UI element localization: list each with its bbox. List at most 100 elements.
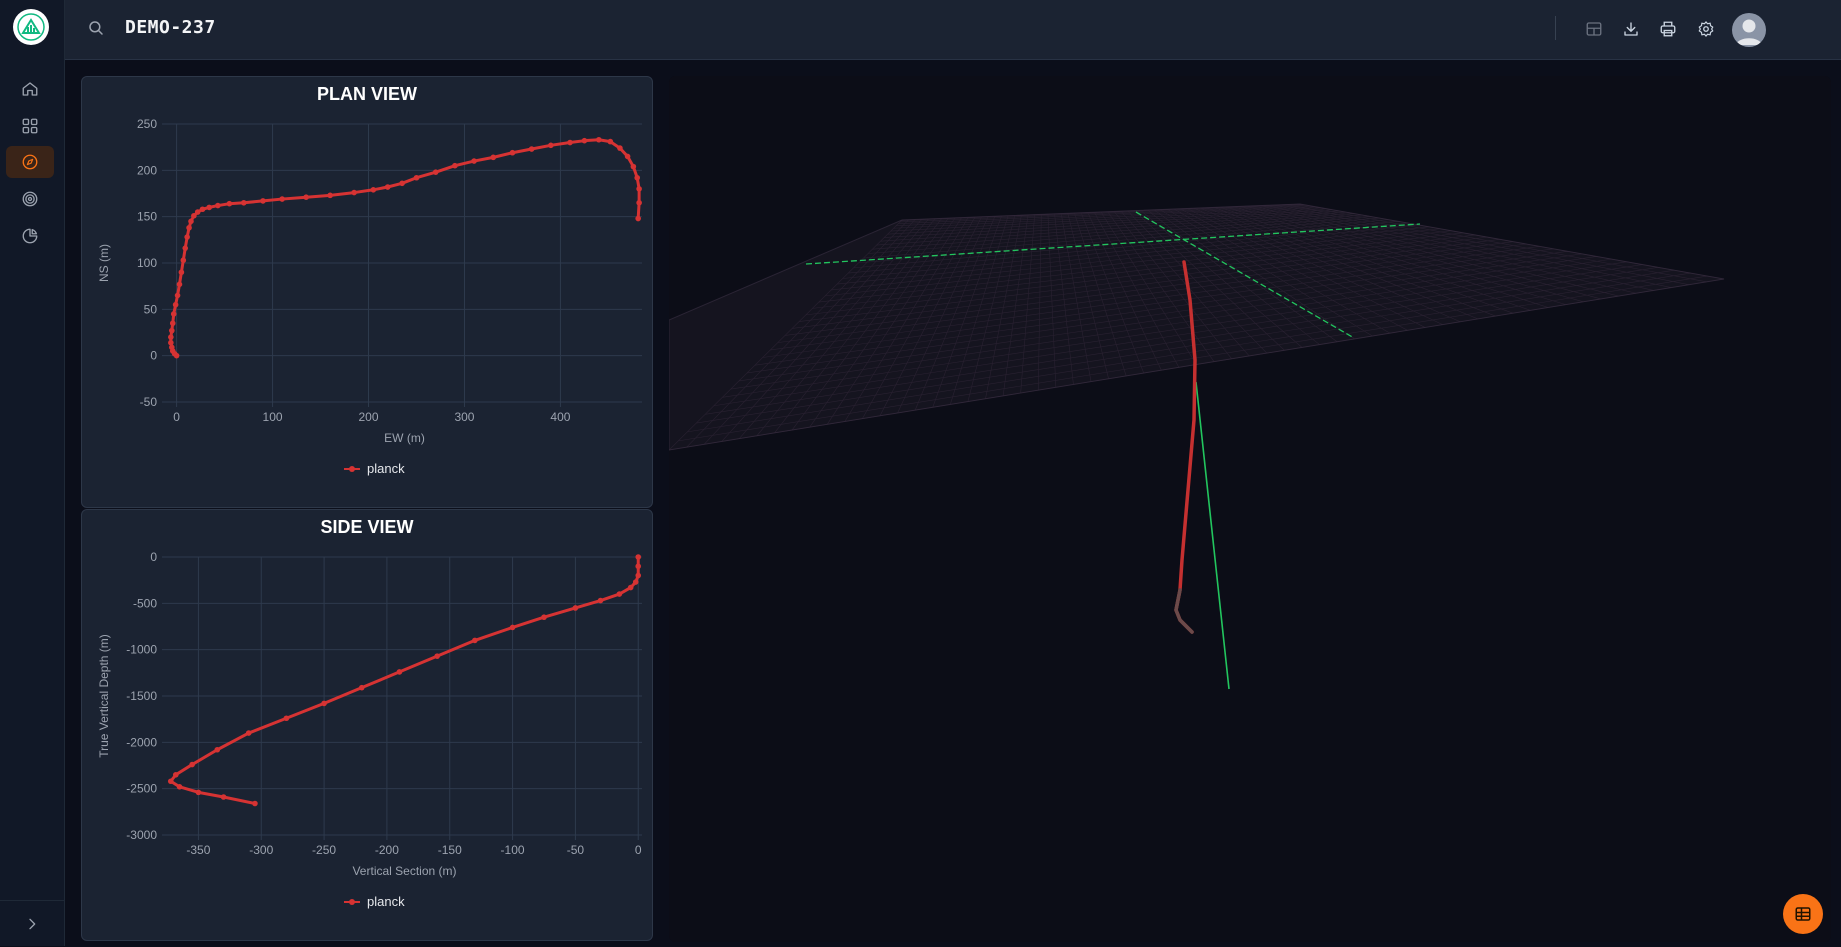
data-point[interactable] [199, 206, 206, 213]
3d-viewport[interactable] [669, 76, 1831, 942]
sidebar-expand-button[interactable] [0, 900, 64, 947]
data-point[interactable] [509, 149, 516, 156]
data-point[interactable] [260, 198, 266, 204]
data-point[interactable] [548, 142, 554, 149]
legend-item-planck[interactable]: planck [344, 461, 405, 476]
3d-scene[interactable] [669, 76, 1831, 942]
data-point[interactable] [572, 605, 579, 611]
download-button[interactable] [1620, 18, 1642, 40]
data-point[interactable] [490, 154, 497, 161]
data-table-button[interactable] [1783, 894, 1823, 934]
data-point[interactable] [636, 199, 642, 206]
data-point[interactable] [635, 563, 642, 570]
data-point[interactable] [617, 145, 623, 151]
data-point[interactable] [206, 204, 213, 211]
x-tick-label: 400 [550, 410, 570, 424]
data-point[interactable] [384, 184, 391, 190]
data-point[interactable] [214, 746, 221, 753]
settings-button[interactable] [1695, 18, 1717, 40]
data-point[interactable] [509, 624, 516, 631]
data-point[interactable] [220, 794, 227, 800]
data-point[interactable] [434, 653, 440, 659]
data-point[interactable] [541, 614, 547, 621]
data-point[interactable] [399, 180, 405, 187]
print-button[interactable] [1657, 18, 1679, 40]
data-point[interactable] [472, 637, 478, 644]
data-point[interactable] [597, 597, 604, 604]
data-point[interactable] [321, 700, 327, 707]
data-point[interactable] [168, 344, 175, 351]
data-point[interactable] [174, 292, 181, 299]
sidebar-item-home[interactable] [6, 73, 54, 105]
data-point[interactable] [432, 169, 439, 175]
legend-marker [349, 466, 355, 472]
data-point[interactable] [172, 301, 179, 308]
data-point[interactable] [581, 137, 588, 144]
data-point[interactable] [176, 784, 183, 790]
data-point[interactable] [327, 192, 333, 199]
plan-view-chart[interactable]: 0 100 200 300 400 -50 0 50 100 150 200 250 EW (m) NS … [82, 77, 654, 509]
data-point[interactable] [607, 138, 614, 145]
data-point[interactable] [358, 684, 365, 691]
data-point[interactable] [630, 163, 637, 170]
data-point[interactable] [252, 800, 258, 807]
data-point[interactable] [452, 162, 458, 169]
data-point[interactable] [240, 199, 247, 206]
data-point[interactable] [178, 269, 185, 276]
sidebar-item-reports[interactable] [6, 220, 54, 252]
data-point[interactable] [194, 209, 201, 215]
data-point[interactable] [168, 327, 175, 334]
data-point[interactable] [245, 730, 252, 736]
y-tick-label: -3000 [126, 828, 157, 842]
data-point[interactable] [189, 761, 195, 768]
sidebar-item-trajectory[interactable] [6, 146, 54, 178]
data-point[interactable] [195, 789, 202, 796]
data-point[interactable] [180, 257, 187, 264]
data-point[interactable] [168, 334, 174, 340]
data-point[interactable] [413, 174, 420, 181]
legend-item-planck[interactable]: planck [344, 894, 405, 909]
data-point[interactable] [634, 174, 641, 181]
data-point[interactable] [596, 136, 602, 143]
data-point[interactable] [188, 218, 194, 225]
data-point[interactable] [636, 186, 642, 192]
side-view-chart[interactable]: -350 -300 -250 -200 -150 -100 -50 00-500-1000-1… [82, 510, 654, 942]
data-point[interactable] [351, 189, 357, 196]
data-point[interactable] [624, 153, 631, 160]
layout-button[interactable] [1583, 18, 1605, 40]
data-point[interactable] [528, 146, 535, 152]
data-point[interactable] [182, 245, 189, 251]
data-point[interactable] [172, 771, 179, 778]
y-tick-label: 100 [137, 256, 157, 270]
sidebar-item-dashboard[interactable] [6, 110, 54, 142]
x-tick-label: 0 [173, 410, 180, 424]
app-logo[interactable] [13, 9, 49, 45]
data-point[interactable] [635, 215, 641, 222]
data-point[interactable] [184, 234, 190, 240]
data-point[interactable] [226, 200, 233, 207]
sidebar-item-targets[interactable] [6, 183, 54, 215]
avatar[interactable] [1732, 13, 1766, 47]
data-point[interactable] [186, 224, 192, 231]
data-point[interactable] [635, 554, 642, 560]
search-button[interactable] [87, 19, 105, 42]
data-point[interactable] [279, 196, 285, 202]
data-point[interactable] [215, 202, 221, 209]
data-point[interactable] [168, 339, 174, 346]
data-point[interactable] [567, 139, 573, 146]
y-tick-label: 0 [150, 550, 157, 564]
data-point[interactable] [370, 186, 377, 193]
data-point[interactable] [170, 311, 177, 317]
home-icon [22, 82, 38, 96]
data-point[interactable] [167, 778, 174, 785]
data-point[interactable] [616, 591, 623, 597]
data-point[interactable] [283, 715, 290, 722]
data-point[interactable] [303, 194, 309, 201]
data-point[interactable] [176, 281, 183, 288]
data-point[interactable] [169, 320, 176, 327]
data-point[interactable] [396, 669, 403, 675]
data-point[interactable] [632, 579, 639, 585]
data-point[interactable] [471, 158, 477, 164]
data-point[interactable] [627, 584, 634, 591]
data-point[interactable] [635, 572, 642, 579]
